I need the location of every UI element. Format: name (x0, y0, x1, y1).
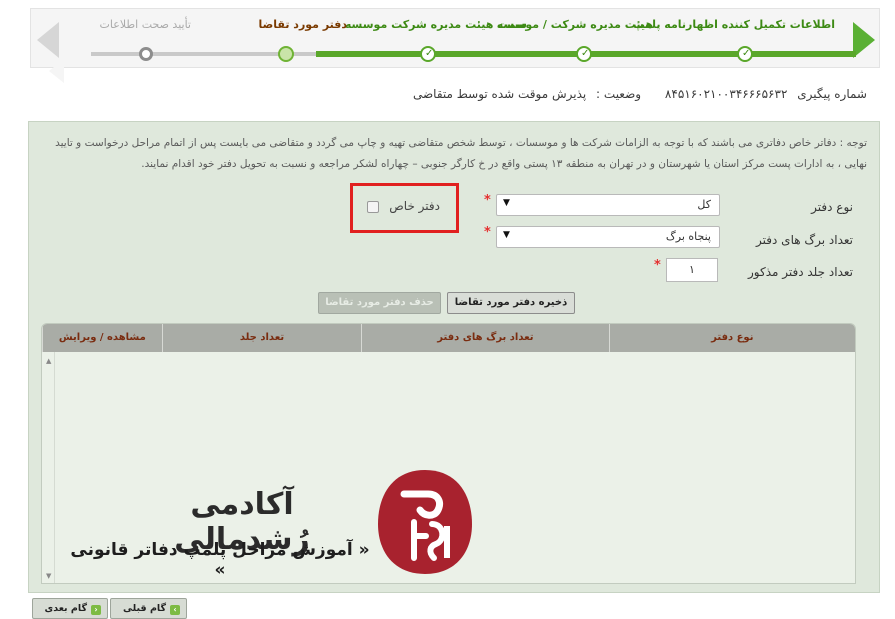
wizard-step-5-pending-icon (139, 47, 153, 61)
wizard-step-1-check-icon: ✓ (737, 46, 753, 62)
grid-col-view-edit[interactable]: مشاهده / ویرایش (42, 324, 162, 352)
book-volumes-label: تعداد جلد دفتر مذکور (748, 265, 853, 279)
book-pages-label: تعداد برگ های دفتر (756, 233, 853, 247)
required-mark: * (484, 225, 491, 240)
wizard-step-3-check-icon: ✓ (420, 46, 436, 62)
academy-logo-icon (378, 470, 472, 574)
book-type-label: نوع دفتر (811, 200, 853, 214)
wizard-step-3-label[interactable]: سمت هیئت مدیره شرکت موسسه (345, 18, 527, 31)
wizard-step-4-current-icon (278, 46, 294, 62)
scroll-up-icon[interactable]: ▲ (46, 357, 51, 365)
status-value: پذیرش موقت شده توسط متقاضی (412, 87, 587, 101)
special-book-checkbox[interactable] (367, 201, 379, 213)
grid-scrollbar[interactable] (54, 352, 55, 583)
chevron-down-icon: ▼ (503, 230, 510, 240)
book-type-select[interactable]: کل ▼ (496, 194, 720, 216)
chevron-down-icon: ▼ (503, 198, 510, 208)
grid-col-book-type[interactable]: نوع دفتر (608, 324, 855, 352)
special-book-label: دفتر خاص (389, 199, 440, 213)
status-label: وضعیت : (596, 87, 642, 101)
grid-header: نوع دفتر تعداد برگ های دفتر تعداد جلد مش… (42, 324, 855, 352)
delete-book-button[interactable]: حذف دفتر مورد تقاضا (318, 292, 441, 314)
wizard-step-1-label[interactable]: اطلاعات تکمیل کننده اظهارنامه پلمپ (633, 18, 835, 31)
special-book-highlight: دفتر خاص (350, 183, 459, 233)
notice-text: توجه : دفاتر خاص دفاتری می باشند که با ت… (55, 137, 867, 170)
book-pages-select[interactable]: پنجاه برگ ▼ (496, 226, 720, 248)
next-step-button[interactable]: ‹گام بعدی (32, 598, 108, 619)
wizard-step-2-check-icon: ✓ (576, 46, 592, 62)
book-volumes-input[interactable]: ۱ (666, 258, 718, 282)
arrow-left-icon: ‹ (91, 605, 101, 615)
required-mark: * (654, 258, 661, 273)
grid-col-volumes[interactable]: تعداد جلد (161, 324, 362, 352)
tracking-label: شماره پیگیری (797, 87, 867, 101)
arrow-right-icon: › (170, 605, 180, 615)
wizard-next-arrow-icon[interactable] (853, 22, 875, 58)
scroll-down-icon[interactable]: ▼ (46, 572, 51, 580)
wizard-step-5-label: تأیید صحت اطلاعات (99, 18, 191, 31)
wizard-prev-arrow-icon[interactable] (37, 22, 64, 83)
wizard-steps: اطلاعات تکمیل کننده اظهارنامه پلمپ هیئت … (30, 8, 880, 83)
prev-step-label: گام قبلی (123, 603, 166, 614)
book-pages-value: پنجاه برگ (665, 230, 711, 243)
tracking-number: ۸۴۵۱۶۰۲۱۰۰۳۴۶۶۶۵۶۳۲ (664, 87, 788, 101)
required-mark: * (484, 193, 491, 208)
wizard-step-4-label[interactable]: دفتر مورد تقاضا (259, 18, 347, 31)
tracking-info: شماره پیگیری ۸۴۵۱۶۰۲۱۰۰۳۴۶۶۶۵۶۳۲ وضعیت :… (407, 87, 867, 101)
prev-step-button[interactable]: › گام قبلی (110, 598, 187, 619)
grid-col-pages[interactable]: تعداد برگ های دفتر (361, 324, 608, 352)
watermark-subtitle: « آموزش مراحل پلمپ دفاتر قانونی » (70, 540, 370, 580)
next-step-label: گام بعدی (44, 603, 88, 614)
save-book-button[interactable]: ذخیره دفتر مورد تقاضا (447, 292, 575, 314)
book-type-value: کل (697, 198, 711, 211)
